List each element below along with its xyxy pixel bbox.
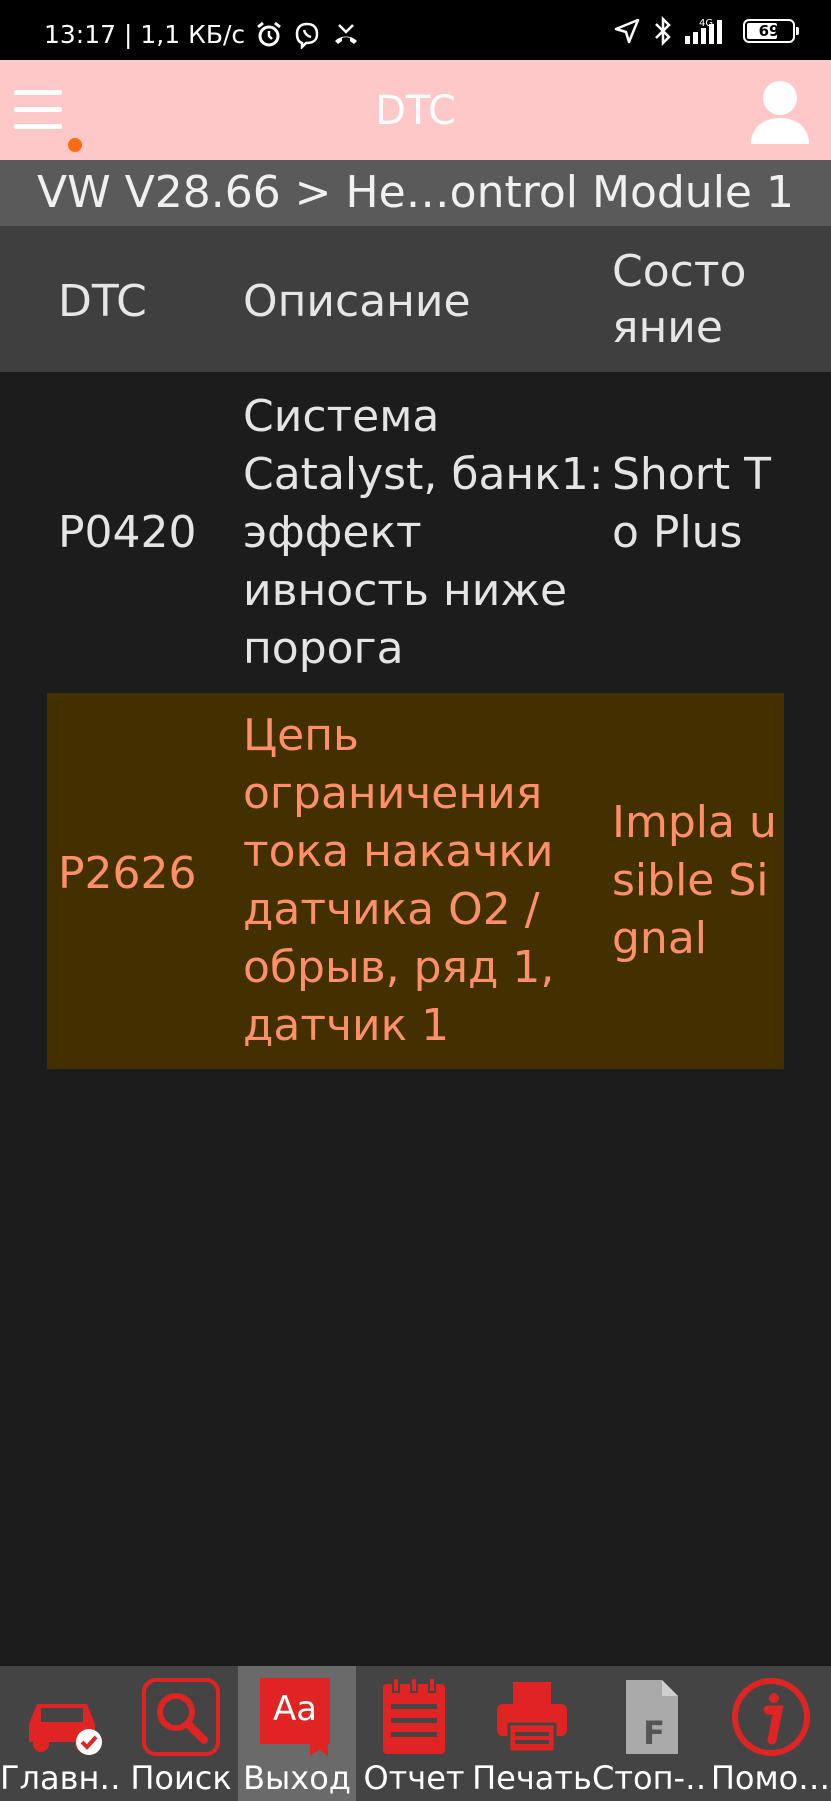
toolbar-report[interactable]: Отчет (356, 1666, 472, 1801)
toolbar-stop[interactable]: F Стоп-… (592, 1666, 710, 1801)
dtc-code: P0420 (58, 507, 197, 558)
notepad-icon (383, 1677, 445, 1754)
battery-icon: 69 (743, 19, 799, 43)
status-left: 13:17 | 1,1 КБ/с (44, 20, 361, 49)
search-icon (142, 1678, 220, 1756)
notification-dot (68, 138, 82, 152)
location-icon (614, 18, 640, 44)
signal-icon: 4G (685, 18, 722, 44)
toolbar-label: Главн… (0, 1759, 124, 1797)
toolbar-search[interactable]: Поиск (124, 1666, 238, 1801)
column-header-description: Описание (243, 276, 471, 327)
alarm-icon (257, 21, 282, 46)
toolbar-exit[interactable]: Aa Выход (238, 1666, 356, 1801)
toolbar-label: Печать (472, 1759, 592, 1797)
toolbar-label: Выход (243, 1759, 351, 1797)
toolbar-label: Помо… (710, 1759, 831, 1797)
dtc-description: Система Catalyst, банк1: эффект ивность … (243, 391, 604, 674)
battery-level: 69 (758, 22, 780, 40)
dtc-state: Impla usible Signal (612, 797, 777, 964)
toolbar-label: Стоп-… (592, 1759, 710, 1797)
dtc-description: Цепь ограничения тока накачки датчика O2… (243, 710, 555, 1051)
toolbar-label: Отчет (363, 1759, 465, 1797)
document-f-icon: F (626, 1680, 678, 1754)
toolbar-home[interactable]: Главн… (0, 1666, 124, 1801)
viber-icon (295, 22, 319, 49)
status-right: 4G 69 (613, 16, 799, 46)
column-header-state: Состо яние (612, 246, 747, 353)
app-bar: DTC (0, 60, 831, 160)
status-bar: 13:17 | 1,1 КБ/с 4G 69 (0, 0, 831, 60)
svg-text:F: F (643, 1714, 665, 1752)
toolbar-help[interactable]: Помо… (710, 1666, 831, 1801)
car-check-icon (29, 1704, 102, 1755)
toolbar-print[interactable]: Печать (472, 1666, 592, 1801)
font-size-icon: Aa (260, 1678, 330, 1756)
status-time: 13:17 | 1,1 КБ/с (44, 20, 246, 49)
bluetooth-icon (655, 16, 671, 46)
table-header: DTC Описание Состо яние (0, 226, 831, 372)
missed-call-icon (335, 23, 358, 44)
info-icon (731, 1678, 810, 1756)
toolbar-label: Поиск (130, 1759, 232, 1797)
table-row-selected[interactable]: P2626 Цепь ограничения тока накачки датч… (47, 693, 784, 1069)
bottom-toolbar: Главн… Поиск Aa Выход Отчет Печать F Сто… (0, 1666, 831, 1801)
printer-icon (497, 1682, 567, 1754)
svg-text:Aa: Aa (273, 1689, 317, 1729)
column-header-dtc: DTC (58, 276, 147, 327)
table-row[interactable]: P0420 Система Catalyst, банк1: эффект ив… (0, 388, 831, 678)
dtc-code: P2626 (58, 848, 197, 899)
page-title: DTC (375, 88, 456, 134)
user-icon[interactable] (747, 76, 813, 146)
dtc-state: Short To Plus (612, 449, 771, 558)
breadcrumb: VW V28.66 > He…ontrol Module 1 (0, 160, 831, 226)
